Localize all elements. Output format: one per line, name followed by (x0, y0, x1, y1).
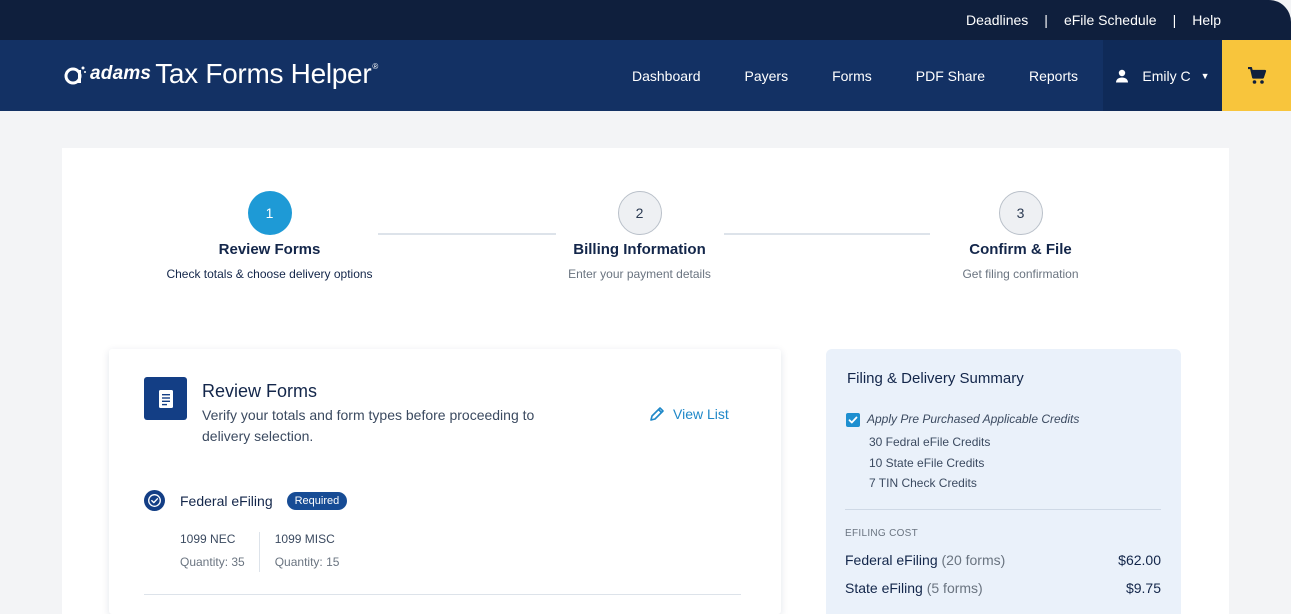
summary-divider (845, 509, 1161, 510)
required-badge: Required (286, 491, 348, 510)
cost-label-text: State eFiling (845, 580, 923, 596)
document-icon (144, 377, 187, 420)
brand-product-name: Tax Forms Helper (155, 58, 372, 89)
check-circle-icon (144, 490, 165, 511)
step-number: 2 (617, 191, 662, 235)
cart-button[interactable] (1222, 40, 1291, 111)
user-menu[interactable]: Emily C ▼ (1103, 40, 1222, 111)
nav-items: Dashboard Payers Forms PDF Share Reports (610, 40, 1100, 111)
cart-icon (1247, 66, 1266, 84)
brand-adams: adams (90, 63, 152, 84)
cost-label: Federal eFiling (20 forms) (845, 552, 1005, 568)
step-title: Billing Information (573, 241, 706, 258)
utility-links: Deadlines | eFile Schedule | Help (966, 12, 1221, 28)
review-description: Verify your totals and form types before… (202, 407, 535, 444)
cost-row-state: State eFiling (5 forms) $9.75 (845, 580, 1161, 596)
form-name: 1099 MISC (274, 532, 335, 546)
utility-bar: Deadlines | eFile Schedule | Help (0, 0, 1291, 40)
cost-detail: (20 forms) (941, 552, 1006, 568)
credit-item: 10 State eFile Credits (869, 456, 985, 470)
section-divider (144, 594, 741, 595)
checkmark-icon (848, 416, 858, 424)
cost-row-federal: Federal eFiling (20 forms) $62.00 (845, 552, 1161, 568)
user-name: Emily C (1142, 67, 1191, 84)
step-title: Review Forms (218, 241, 321, 258)
credit-item: 30 Fedral eFile Credits (869, 435, 991, 449)
nav-dashboard[interactable]: Dashboard (632, 68, 701, 84)
nav-pdf-share[interactable]: PDF Share (916, 68, 985, 84)
apply-credits-label[interactable]: Apply Pre Purchased Applicable Credits (867, 412, 1079, 426)
nav-payers[interactable]: Payers (745, 68, 789, 84)
cost-detail: (5 forms) (926, 580, 983, 596)
step-subtitle: Enter your payment details (568, 267, 711, 281)
review-forms-panel: Review Forms Verify your totals and form… (109, 349, 781, 614)
help-link[interactable]: Help (1192, 12, 1221, 28)
adams-logo-icon (64, 66, 86, 85)
step-review-forms[interactable]: 1 Review Forms Check totals & choose del… (142, 191, 397, 281)
step-billing-information[interactable]: 2 Billing Information Enter your payment… (528, 191, 751, 281)
cost-label-text: Federal eFiling (845, 552, 938, 568)
pencil-icon (650, 407, 664, 421)
form-item: 1099 MISC Quantity: 15 (275, 532, 340, 572)
step-confirm-file[interactable]: 3 Confirm & File Get filing confirmation (930, 191, 1111, 281)
step-number: 1 (247, 191, 292, 235)
efiling-cost-heading: EFILING COST (845, 528, 919, 539)
step-subtitle: Get filing confirmation (962, 267, 1079, 281)
stepper-connector (724, 233, 930, 235)
federal-efiling-row: Federal eFiling Required (144, 490, 348, 511)
form-item: 1099 NEC Quantity: 35 (180, 532, 245, 572)
cost-amount: $9.75 (1125, 580, 1161, 596)
deadlines-link[interactable]: Deadlines (966, 12, 1028, 28)
apply-credits-checkbox[interactable] (846, 413, 860, 427)
credit-item: 7 TIN Check Credits (869, 476, 977, 490)
review-title: Review Forms (202, 381, 318, 401)
efile-schedule-link[interactable]: eFile Schedule (1064, 12, 1157, 28)
form-quantity: Quantity: 35 (180, 555, 245, 569)
brand-logo[interactable]: adams Tax Forms Helper ® (64, 58, 378, 90)
nav-reports[interactable]: Reports (1029, 68, 1078, 84)
summary-title: Filing & Delivery Summary (847, 370, 1024, 387)
caret-down-icon: ▼ (1200, 70, 1210, 81)
view-list-label: View List (673, 406, 729, 422)
user-icon (1116, 69, 1129, 82)
view-list-link[interactable]: View List (649, 406, 729, 422)
link-separator: | (1044, 12, 1048, 28)
form-name: 1099 NEC (180, 532, 236, 546)
main-nav: adams Tax Forms Helper ® Dashboard Payer… (0, 40, 1291, 111)
federal-form-list: 1099 NEC Quantity: 35 1099 MISC Quantity… (180, 532, 339, 572)
step-title: Confirm & File (969, 241, 1072, 258)
federal-efiling-label: Federal eFiling (180, 492, 273, 509)
filing-delivery-summary: Filing & Delivery Summary Apply Pre Purc… (826, 349, 1181, 614)
nav-forms[interactable]: Forms (832, 68, 872, 84)
brand-registered-mark: ® (372, 61, 379, 71)
link-separator: | (1172, 12, 1177, 28)
form-quantity: Quantity: 15 (274, 555, 340, 569)
step-subtitle: Check totals & choose delivery options (166, 267, 373, 281)
form-divider (258, 532, 260, 572)
cost-label: State eFiling (5 forms) (845, 580, 983, 596)
step-number: 3 (998, 191, 1043, 235)
cost-amount: $62.00 (1118, 552, 1161, 568)
